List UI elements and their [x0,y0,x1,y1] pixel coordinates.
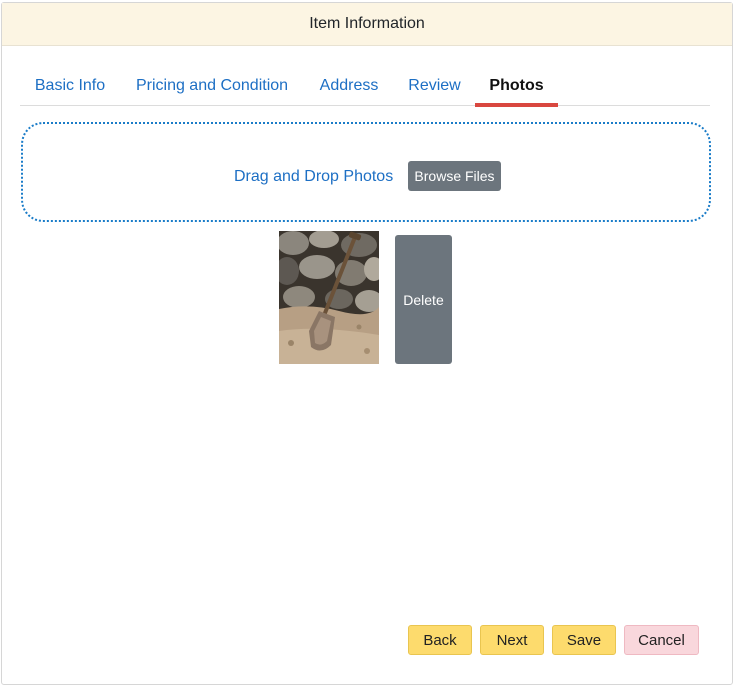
tab-bar: Basic Info Pricing and Condition Address… [20,66,710,107]
tab-address[interactable]: Address [320,66,379,105]
save-button[interactable]: Save [552,625,616,655]
card-header: Item Information [2,3,732,46]
tab-photos[interactable]: Photos [475,66,558,107]
back-button[interactable]: Back [408,625,472,655]
tab-basic-info[interactable]: Basic Info [35,66,105,105]
shovel-photo-image [279,231,379,364]
next-button[interactable]: Next [480,625,544,655]
cancel-button[interactable]: Cancel [624,625,699,655]
dropzone-label: Drag and Drop Photos [234,168,394,185]
photo-dropzone[interactable]: Drag and Drop Photos Browse Files [21,122,711,222]
tab-pricing-and-condition[interactable]: Pricing and Condition [135,66,289,105]
delete-photo-button[interactable]: Delete [395,235,452,364]
browse-files-button[interactable]: Browse Files [408,161,501,191]
tab-review[interactable]: Review [408,66,460,105]
photo-thumbnail [279,231,379,364]
page-title: Item Information [309,15,425,32]
